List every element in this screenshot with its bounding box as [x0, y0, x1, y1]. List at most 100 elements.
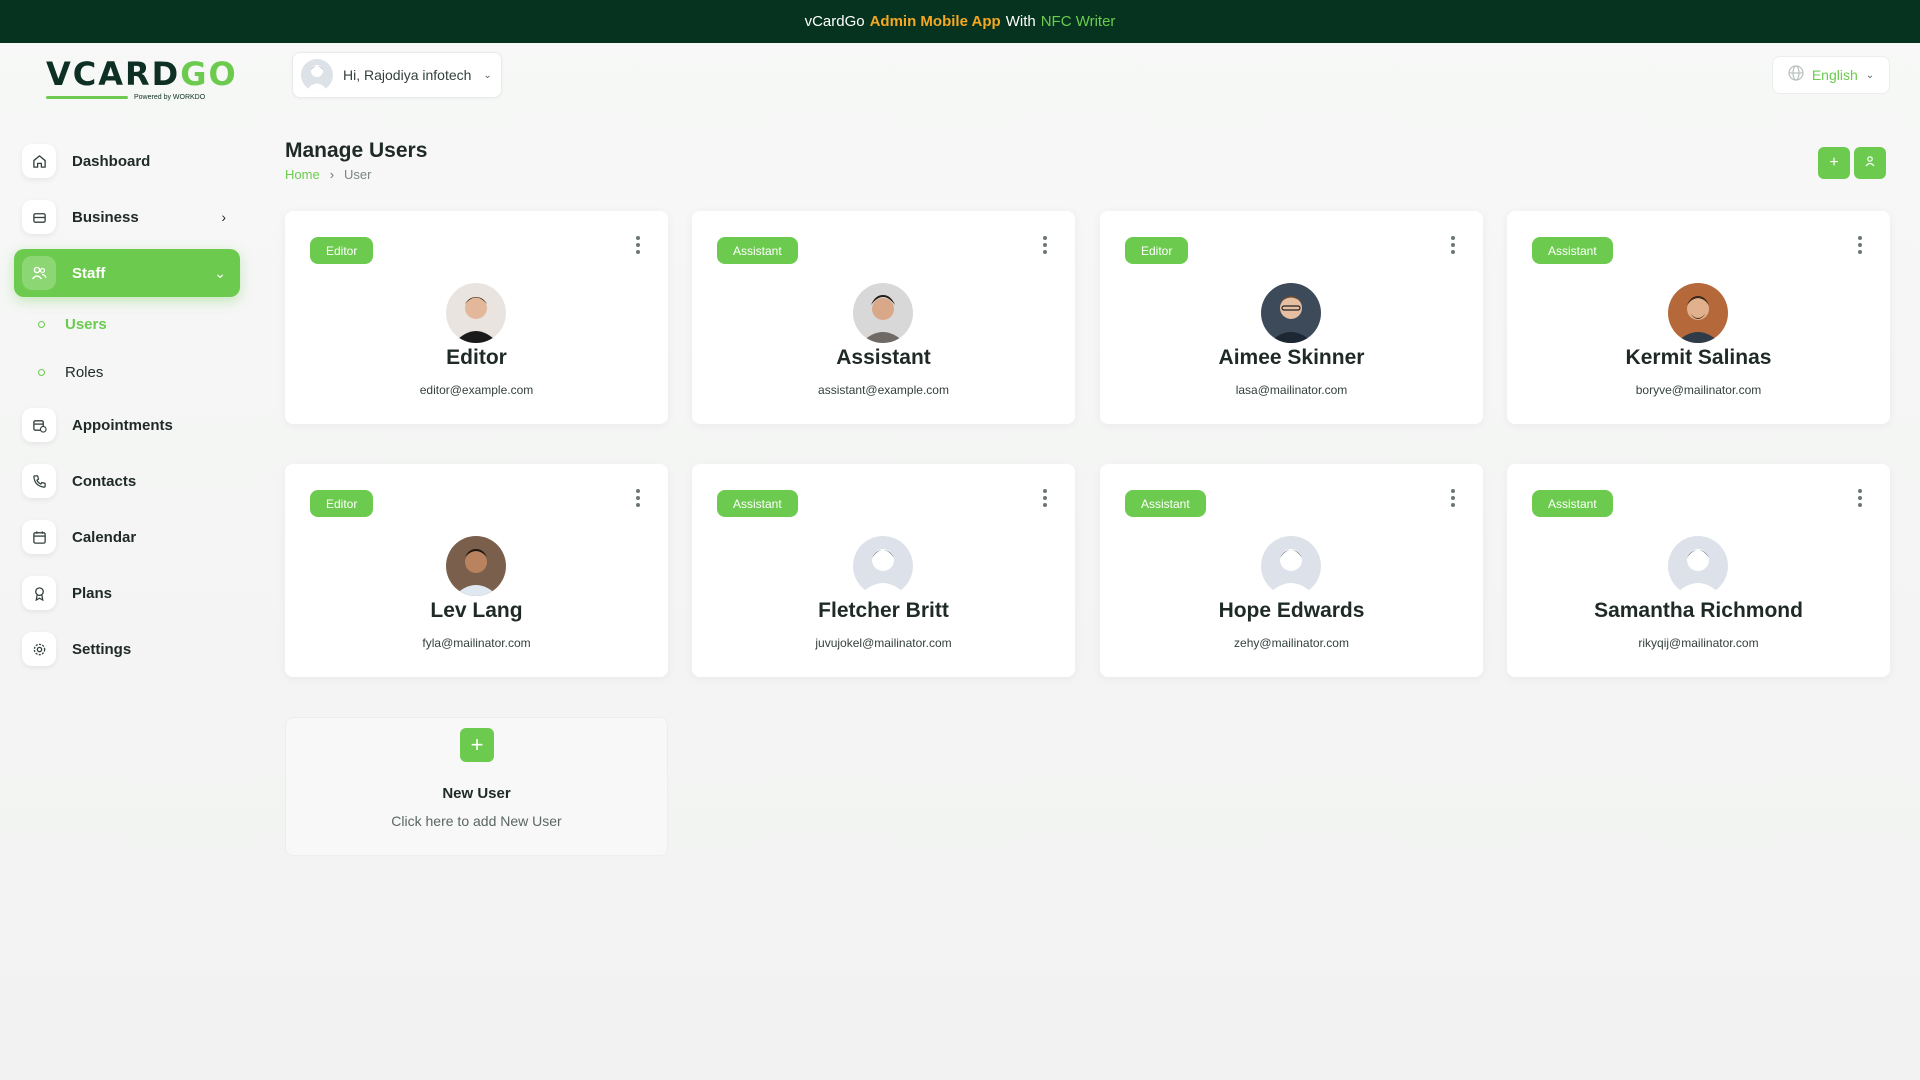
avatar — [1261, 536, 1321, 596]
sidebar-item-label: Appointments — [72, 416, 173, 434]
breadcrumb-current: User — [344, 167, 372, 182]
user-email: boryve@mailinator.com — [1635, 383, 1762, 397]
user-card[interactable]: Editor Aimee Skinner lasa@mailinator.com — [1100, 211, 1483, 424]
role-badge: Editor — [1125, 237, 1189, 264]
role-badge: Assistant — [1532, 237, 1613, 264]
user-menu-button[interactable]: Hi, Rajodiya infotech ⌄ — [292, 52, 502, 98]
breadcrumb-home-link[interactable]: Home — [285, 167, 320, 182]
bullet-icon — [38, 368, 45, 376]
new-user-title: New User — [442, 785, 511, 802]
more-options-icon[interactable] — [1445, 486, 1461, 510]
chevron-right-icon: › — [221, 209, 226, 225]
user-name: Hope Edwards — [1218, 599, 1365, 622]
sidebar-item-dashboard[interactable]: Dashboard — [14, 137, 240, 185]
avatar — [1261, 283, 1321, 343]
plus-icon: + — [1829, 154, 1839, 171]
sidebar-item-label: Settings — [72, 640, 132, 658]
sidebar-subitem-label: Roles — [65, 363, 104, 381]
gear-icon — [22, 632, 56, 666]
avatar — [446, 536, 506, 596]
sidebar-subitem-label: Users — [65, 315, 107, 333]
user-name: Editor — [446, 346, 507, 369]
user-name: Samantha Richmond — [1594, 599, 1803, 622]
user-email: rikyqij@mailinator.com — [1638, 636, 1759, 650]
calendar-icon — [22, 520, 56, 554]
breadcrumb: Home › User — [285, 167, 371, 182]
user-email: assistant@example.com — [818, 383, 949, 397]
home-icon — [22, 144, 56, 178]
sidebar-item-staff[interactable]: Staff ⌄ — [14, 249, 240, 297]
user-name: Assistant — [836, 346, 931, 369]
role-badge: Assistant — [1532, 490, 1613, 517]
bullet-icon — [38, 320, 45, 328]
chevron-right-icon: › — [329, 167, 335, 182]
user-card[interactable]: Editor Editor editor@example.com — [285, 211, 668, 424]
globe-icon — [1788, 65, 1804, 85]
new-user-subtitle: Click here to add New User — [391, 813, 562, 829]
user-card[interactable]: Assistant Samantha Richmond rikyqij@mail… — [1507, 464, 1890, 677]
avatar — [853, 536, 913, 596]
user-card[interactable]: Assistant Hope Edwards zehy@mailinator.c… — [1100, 464, 1483, 677]
briefcase-icon — [22, 200, 56, 234]
user-email: juvujokel@mailinator.com — [815, 636, 952, 650]
user-icon — [1864, 154, 1876, 172]
role-badge: Editor — [310, 237, 374, 264]
add-user-button[interactable]: + — [1818, 147, 1850, 179]
calendar-clock-icon — [22, 408, 56, 442]
user-card[interactable]: Assistant Assistant assistant@example.co… — [692, 211, 1075, 424]
avatar — [853, 283, 913, 343]
role-badge: Assistant — [717, 237, 798, 264]
sidebar-item-settings[interactable]: Settings — [14, 625, 240, 673]
user-action-button[interactable] — [1854, 147, 1886, 179]
more-options-icon[interactable] — [1445, 233, 1461, 257]
user-card[interactable]: Editor Lev Lang fyla@mailinator.com — [285, 464, 668, 677]
more-options-icon[interactable] — [630, 486, 646, 510]
user-email: fyla@mailinator.com — [422, 636, 531, 650]
sidebar-item-business[interactable]: Business › — [14, 193, 240, 241]
sidebar-item-label: Contacts — [72, 472, 137, 490]
more-options-icon[interactable] — [1852, 486, 1868, 510]
award-icon — [22, 576, 56, 610]
chevron-down-icon: ⌄ — [214, 264, 226, 281]
logo-wordmark: VCARDGO — [46, 55, 238, 93]
user-name: Aimee Skinner — [1218, 346, 1365, 369]
more-options-icon[interactable] — [1037, 233, 1053, 257]
sidebar-item-label: Business — [72, 208, 139, 226]
plus-icon: + — [460, 728, 494, 762]
new-user-card[interactable]: + New User Click here to add New User — [285, 717, 668, 856]
sidebar-subitem-users[interactable]: Users — [38, 309, 107, 339]
brand-logo[interactable]: VCARDGO Powered by WORKDO — [46, 55, 238, 102]
user-card[interactable]: Assistant Kermit Salinas boryve@mailinat… — [1507, 211, 1890, 424]
sidebar-item-calendar[interactable]: Calendar — [14, 513, 240, 561]
banner-highlight: Admin Mobile App — [869, 13, 1001, 30]
more-options-icon[interactable] — [630, 233, 646, 257]
more-options-icon[interactable] — [1037, 486, 1053, 510]
banner-app-name: vCardGo — [804, 13, 865, 30]
avatar — [301, 59, 333, 91]
more-options-icon[interactable] — [1852, 233, 1868, 257]
role-badge: Assistant — [717, 490, 798, 517]
phone-icon — [22, 464, 56, 498]
sidebar-item-appointments[interactable]: Appointments — [14, 401, 240, 449]
logo-powered-by: Powered by WORKDO — [134, 94, 206, 101]
users-icon — [22, 256, 56, 290]
sidebar-item-label: Dashboard — [72, 152, 151, 170]
sidebar-item-label: Plans — [72, 584, 113, 602]
user-email: editor@example.com — [419, 383, 534, 397]
sidebar-item-plans[interactable]: Plans — [14, 569, 240, 617]
user-card[interactable]: Assistant Fletcher Britt juvujokel@maili… — [692, 464, 1075, 677]
logo-underline — [46, 96, 128, 99]
avatar — [1668, 536, 1728, 596]
banner-nfc: NFC Writer — [1040, 13, 1116, 30]
user-email: lasa@mailinator.com — [1235, 383, 1348, 397]
promo-banner[interactable]: vCardGo Admin Mobile App With NFC Writer — [0, 0, 1920, 43]
banner-with: With — [1005, 13, 1036, 30]
avatar — [446, 283, 506, 343]
avatar — [1668, 283, 1728, 343]
sidebar-item-label: Staff — [72, 264, 106, 282]
language-selector[interactable]: English ⌄ — [1772, 56, 1890, 94]
sidebar-item-contacts[interactable]: Contacts — [14, 457, 240, 505]
sidebar-subitem-roles[interactable]: Roles — [38, 357, 103, 387]
user-name: Lev Lang — [430, 599, 523, 622]
role-badge: Editor — [310, 490, 374, 517]
